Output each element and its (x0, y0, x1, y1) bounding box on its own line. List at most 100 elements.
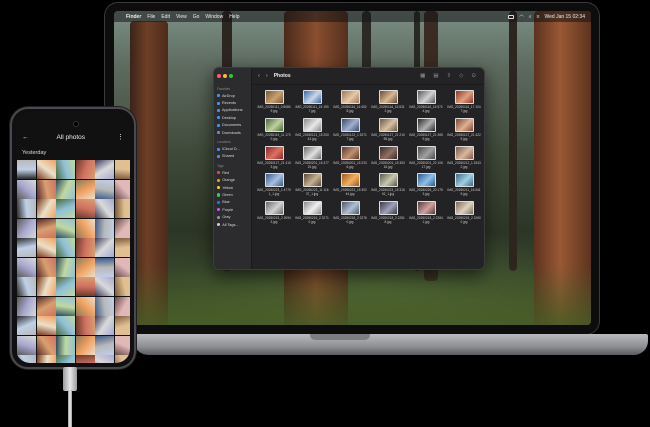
photo-thumbnail[interactable] (114, 257, 130, 277)
file-item[interactable]: IMG_20250223_15 31602_1.jpg (370, 173, 406, 197)
photo-thumbnail[interactable] (56, 160, 75, 179)
photo-thumbnail[interactable] (36, 160, 56, 179)
photo-thumbnail[interactable] (75, 277, 95, 296)
photo-thumbnail[interactable] (36, 257, 56, 277)
sidebar-item[interactable]: Recents (214, 99, 251, 106)
photo-thumbnail[interactable] (56, 179, 75, 199)
photo-thumbnail[interactable] (95, 218, 114, 238)
file-item[interactable]: IMG_20250218_2 22600.jpg (446, 201, 482, 225)
photo-thumbnail[interactable] (95, 277, 114, 296)
photo-thumbnail[interactable] (114, 277, 130, 296)
file-item[interactable]: IMG_20250116_16 5724.jpg (408, 90, 444, 114)
photo-thumbnail[interactable] (17, 277, 36, 296)
back-arrow-icon[interactable]: ← (22, 134, 29, 141)
photo-thumbnail[interactable] (114, 160, 130, 179)
file-item[interactable]: IMG_20250201_22 10617.jpg (408, 145, 444, 170)
file-item[interactable]: IMG_20250127_21 4229.jpg (446, 117, 482, 142)
grid-view-icon[interactable]: ▦ (420, 73, 425, 79)
menu-item-file[interactable]: File (147, 14, 155, 20)
photo-thumbnail[interactable] (56, 335, 75, 355)
file-item[interactable]: IMG_20250121_15 20043.jpg (294, 117, 330, 142)
back-button[interactable]: ‹ (258, 73, 260, 79)
photo-thumbnail[interactable] (75, 257, 95, 277)
photo-thumbnail[interactable] (95, 238, 114, 257)
photo-thumbnail[interactable] (36, 316, 56, 335)
file-item[interactable]: IMG_20250218_2 22841.jpg (408, 201, 444, 225)
file-item[interactable]: IMG_20250212_1 15432.jpg (446, 145, 482, 170)
photo-thumbnail[interactable] (36, 179, 56, 199)
photo-thumbnail[interactable] (17, 238, 36, 257)
photo-thumbnail[interactable] (56, 296, 75, 316)
photo-thumbnail[interactable] (17, 218, 36, 238)
sidebar-tag[interactable]: Purple (214, 206, 251, 213)
sidebar-item[interactable]: AirDrop (214, 92, 251, 99)
photo-thumbnail[interactable] (36, 238, 56, 257)
menu-item-view[interactable]: View (176, 14, 187, 20)
file-item[interactable]: IMG_20250111_15 1937.jpg (294, 90, 330, 114)
tag-icon[interactable]: ◇ (459, 73, 463, 79)
photo-thumbnail[interactable] (75, 160, 95, 179)
photo-thumbnail[interactable] (17, 257, 36, 277)
file-item[interactable]: IMG_20250201_15 35316.jpg (370, 145, 406, 170)
photo-thumbnail[interactable] (95, 179, 114, 199)
file-item[interactable]: IMG_20250116_17 1047.jpg (446, 90, 482, 114)
photo-thumbnail[interactable] (17, 160, 36, 179)
file-item[interactable]: IMG_20250218_2 22760.jpg (332, 201, 368, 225)
sidebar-tag[interactable]: All Tags... (214, 221, 251, 228)
sidebar-item[interactable]: Downloads (214, 129, 251, 136)
photo-thumbnail[interactable] (114, 355, 130, 363)
sidebar-item[interactable]: Desktop (214, 114, 251, 121)
file-item[interactable]: IMG_20250116_16 4528.jpg (332, 90, 368, 114)
photo-thumbnail[interactable] (114, 179, 130, 199)
menu-clock[interactable]: Wed Jan 15 02:34 (545, 14, 586, 20)
file-item[interactable]: IMG_20250215_2 20943.jpg (256, 201, 292, 225)
file-item[interactable]: IMG_20250127_21 3659.jpg (408, 117, 444, 142)
sidebar-tag[interactable]: Green (214, 191, 251, 198)
close-window-button[interactable] (217, 74, 221, 78)
forward-button[interactable]: › (266, 73, 268, 79)
photo-thumbnail[interactable] (95, 160, 114, 179)
sidebar-item[interactable]: Applications (214, 107, 251, 114)
file-item[interactable]: IMG_20250223_11 11637_1.jpg (294, 173, 330, 197)
sidebar-item[interactable]: Shared (214, 153, 251, 160)
photo-thumbnail[interactable] (114, 316, 130, 335)
photo-thumbnail[interactable] (56, 199, 75, 218)
sidebar-item[interactable]: iCloud D... (214, 145, 251, 152)
photo-thumbnail[interactable] (95, 296, 114, 316)
sidebar-tag[interactable]: Yellow (214, 184, 251, 191)
file-item[interactable]: IMG_20250119_11 1730.jpg (256, 117, 292, 142)
photo-thumbnail[interactable] (36, 296, 56, 316)
file-item[interactable]: IMG_20250201_15 47723.jpg (294, 145, 330, 170)
minimize-window-button[interactable] (223, 74, 227, 78)
photo-thumbnail[interactable] (36, 277, 56, 296)
group-icon[interactable]: ▤ (433, 73, 438, 79)
photo-thumbnail[interactable] (56, 218, 75, 238)
photo-thumbnail[interactable] (114, 218, 130, 238)
photo-thumbnail[interactable] (56, 257, 75, 277)
more-icon[interactable]: ⊙ (471, 73, 476, 79)
file-item[interactable]: IMG_20250116_16 5312.jpg (370, 90, 406, 114)
sidebar-tag[interactable]: Blue (214, 199, 251, 206)
photo-thumbnail[interactable] (114, 296, 130, 316)
file-item[interactable]: IMG_20250223_1 47701_1.jpg (256, 173, 292, 197)
sidebar-tag[interactable]: Red (214, 169, 251, 176)
photo-thumbnail[interactable] (75, 335, 95, 355)
photo-thumbnail[interactable] (75, 179, 95, 199)
photo-thumbnail[interactable] (56, 238, 75, 257)
photo-thumbnail[interactable] (36, 335, 56, 355)
wifi-icon[interactable]: ◠ (519, 14, 523, 20)
photo-thumbnail[interactable] (17, 316, 36, 335)
file-item[interactable]: IMG_20250127_21 4153.jpg (256, 145, 292, 170)
file-item[interactable]: IMG_20250127_21 21055.jpg (370, 117, 406, 142)
photo-thumbnail[interactable] (114, 238, 130, 257)
file-item[interactable]: IMG_20250225_20 1753.jpg (408, 173, 444, 197)
photo-thumbnail[interactable] (95, 335, 114, 355)
photo-thumbnail[interactable] (17, 179, 36, 199)
photo-thumbnail[interactable] (36, 218, 56, 238)
photo-thumbnail[interactable] (95, 257, 114, 277)
sidebar-tag[interactable]: Gray (214, 213, 251, 220)
photo-thumbnail[interactable] (36, 355, 56, 363)
photo-thumbnail[interactable] (75, 316, 95, 335)
menu-item-window[interactable]: Window (205, 14, 223, 20)
photo-thumbnail[interactable] (95, 199, 114, 218)
